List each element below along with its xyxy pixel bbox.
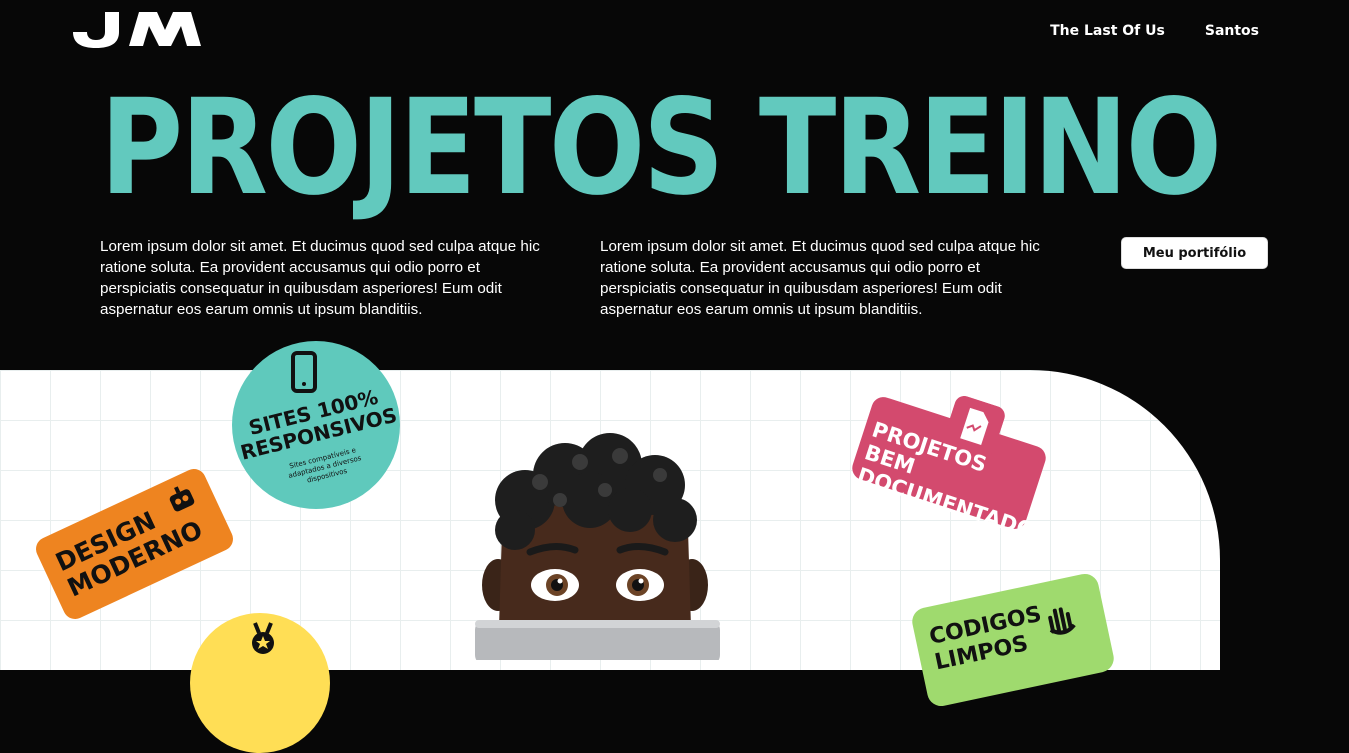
nav-link-the-last-of-us[interactable]: The Last Of Us [1050,23,1165,39]
portfolio-button[interactable]: Meu portifólio [1121,237,1268,269]
hand-sparkle-icon [1048,607,1076,635]
responsive-sticker-title: SITES 100% RESPONSIVOS [238,384,400,465]
hero-paragraph-2: Lorem ipsum dolor sit amet. Et ducimus q… [600,238,1040,318]
jm-logo[interactable] [71,10,221,48]
memoji-avatar [475,433,720,660]
star-badge-icon [252,622,274,654]
responsive-sticker: SITES 100% RESPONSIVOS Sites compatíveis… [232,341,400,509]
phone-icon [291,351,317,393]
main-nav: The Last Of Us Santos [1050,23,1259,39]
yellow-sticker [190,613,330,753]
hero-paragraph-1: Lorem ipsum dolor sit amet. Et ducimus q… [100,238,540,318]
hero-title: PROJETOS TREINO [100,71,1222,225]
nav-link-santos[interactable]: Santos [1205,23,1259,39]
